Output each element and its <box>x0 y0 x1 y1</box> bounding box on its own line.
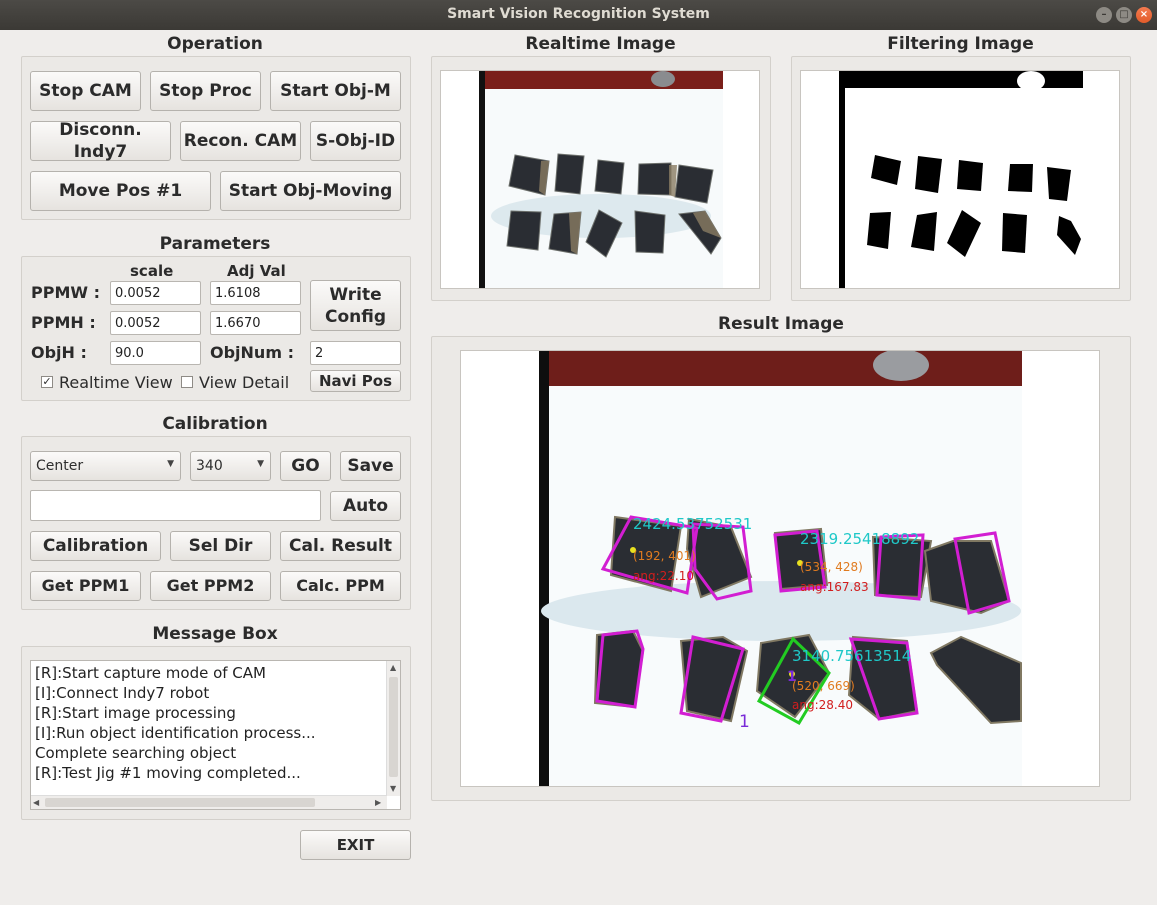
calc-ppm-button[interactable]: Calc. PPM <box>280 571 401 601</box>
filtering-image-title: Filtering Image <box>887 34 1034 54</box>
scroll-up-icon[interactable]: ▲ <box>390 663 396 672</box>
obj1-angle-label: ang:22.10 <box>633 569 694 583</box>
result-image-title: Result Image <box>718 314 844 334</box>
ppmh-label: PPMH : <box>31 313 96 332</box>
result-image-canvas: 2424.53752531 (192, 401) ang:22.10 2319.… <box>461 351 1099 786</box>
realtime-image-canvas <box>441 71 759 288</box>
ppmh-adj-input[interactable]: 1.6670 <box>210 311 301 335</box>
ppmw-label: PPMW : <box>31 283 100 302</box>
write-config-button[interactable]: Write Config <box>310 280 401 331</box>
ppmh-scale-input[interactable]: 0.0052 <box>110 311 201 335</box>
obj3-angle-label: ang:28.40 <box>792 698 853 712</box>
window-title: Smart Vision Recognition System <box>447 6 710 22</box>
maximize-icon[interactable]: □ <box>1116 7 1132 23</box>
start-obj-m-button[interactable]: Start Obj-M <box>270 71 401 111</box>
message-line: [R]:Test Jig #1 moving completed... <box>35 764 301 782</box>
realtime-image-title: Realtime Image <box>525 34 676 54</box>
size-select[interactable]: 340 ▼ <box>190 451 271 481</box>
chevron-down-icon: ▼ <box>257 459 264 469</box>
exit-button[interactable]: EXIT <box>300 830 411 860</box>
size-select-value: 340 <box>196 458 223 474</box>
realtime-view-checkbox[interactable]: ✓ <box>41 376 53 388</box>
write-config-line2: Config <box>324 306 387 327</box>
selected-marker-label: 1 <box>739 712 750 732</box>
scroll-down-icon[interactable]: ▼ <box>390 784 396 793</box>
reconnect-cam-button[interactable]: Recon. CAM <box>180 121 301 161</box>
realtime-view-label: Realtime View <box>59 373 173 392</box>
operation-title: Operation <box>167 34 263 54</box>
position-select-value: Center <box>36 458 84 474</box>
ppmw-scale-input[interactable]: 0.0052 <box>110 281 201 305</box>
parameters-title: Parameters <box>159 234 271 254</box>
get-ppm1-button[interactable]: Get PPM1 <box>30 571 141 601</box>
view-detail-checkbox[interactable] <box>181 376 193 388</box>
filtering-image <box>800 70 1120 289</box>
message-line: [I]:Connect Indy7 robot <box>35 684 210 702</box>
message-line: [I]:Run object identification process... <box>35 724 316 742</box>
obj1-center-label: (192, 401) <box>633 549 696 563</box>
message-line: [R]:Start image processing <box>35 704 236 722</box>
objnum-input[interactable]: 2 <box>310 341 401 365</box>
navi-pos-button[interactable]: Navi Pos <box>310 370 401 392</box>
move-pos-1-button[interactable]: Move Pos #1 <box>30 171 211 211</box>
s-obj-id-button[interactable]: S-Obj-ID <box>310 121 401 161</box>
message-lines: [R]:Start capture mode of CAM [I]:Connec… <box>35 663 316 783</box>
message-box-title: Message Box <box>152 624 278 644</box>
obj1-area-label: 2424.53752531 <box>633 515 752 533</box>
chevron-down-icon: ▼ <box>167 459 174 469</box>
view-detail-label: View Detail <box>199 373 290 392</box>
stop-proc-button[interactable]: Stop Proc <box>150 71 261 111</box>
position-select[interactable]: Center ▼ <box>30 451 181 481</box>
calibration-path-input[interactable] <box>30 490 321 521</box>
auto-button[interactable]: Auto <box>330 491 401 521</box>
calibration-title: Calibration <box>162 414 268 434</box>
go-button[interactable]: GO <box>280 451 331 481</box>
start-obj-moving-button[interactable]: Start Obj-Moving <box>220 171 401 211</box>
obj3-center-label: (520, 669) <box>792 679 855 693</box>
objh-label: ObjH : <box>31 343 87 362</box>
message-line: Complete searching object <box>35 744 237 762</box>
scale-column-label: scale <box>130 262 174 280</box>
get-ppm2-button[interactable]: Get PPM2 <box>150 571 271 601</box>
message-log[interactable]: [R]:Start capture mode of CAM [I]:Connec… <box>30 660 401 810</box>
scroll-right-icon[interactable]: ▶ <box>375 798 381 807</box>
calibration-button[interactable]: Calibration <box>30 531 161 561</box>
stop-cam-button[interactable]: Stop CAM <box>30 71 141 111</box>
filtering-image-canvas <box>801 71 1119 288</box>
horizontal-scrollbar[interactable]: ◀ ▶ <box>31 795 387 809</box>
write-config-line1: Write <box>329 284 382 305</box>
minimize-icon[interactable]: – <box>1096 7 1112 23</box>
cal-result-button[interactable]: Cal. Result <box>280 531 401 561</box>
objh-input[interactable]: 90.0 <box>110 341 201 365</box>
realtime-image <box>440 70 760 289</box>
obj2-angle-label: ang:167.83 <box>800 580 869 594</box>
scroll-left-icon[interactable]: ◀ <box>33 798 39 807</box>
disconnect-indy7-button[interactable]: Disconn. Indy7 <box>30 120 171 162</box>
obj3-area-label: 3140.75613514 <box>792 647 911 665</box>
vertical-scroll-thumb[interactable] <box>389 677 398 777</box>
horizontal-scroll-thumb[interactable] <box>45 798 315 807</box>
obj2-center-label: (534, 428) <box>800 560 863 574</box>
title-bar: Smart Vision Recognition System – □ × <box>0 0 1157 30</box>
adj-val-column-label: Adj Val <box>227 262 286 280</box>
save-button[interactable]: Save <box>340 451 401 481</box>
ppmw-adj-input[interactable]: 1.6108 <box>210 281 301 305</box>
objnum-label: ObjNum : <box>210 343 294 362</box>
result-image: 2424.53752531 (192, 401) ang:22.10 2319.… <box>460 350 1100 787</box>
vertical-scrollbar[interactable]: ▲ ▼ <box>386 661 400 796</box>
sel-dir-button[interactable]: Sel Dir <box>170 531 271 561</box>
message-line: [R]:Start capture mode of CAM <box>35 664 266 682</box>
obj2-area-label: 2319.25418892 <box>800 530 919 548</box>
close-icon[interactable]: × <box>1136 7 1152 23</box>
